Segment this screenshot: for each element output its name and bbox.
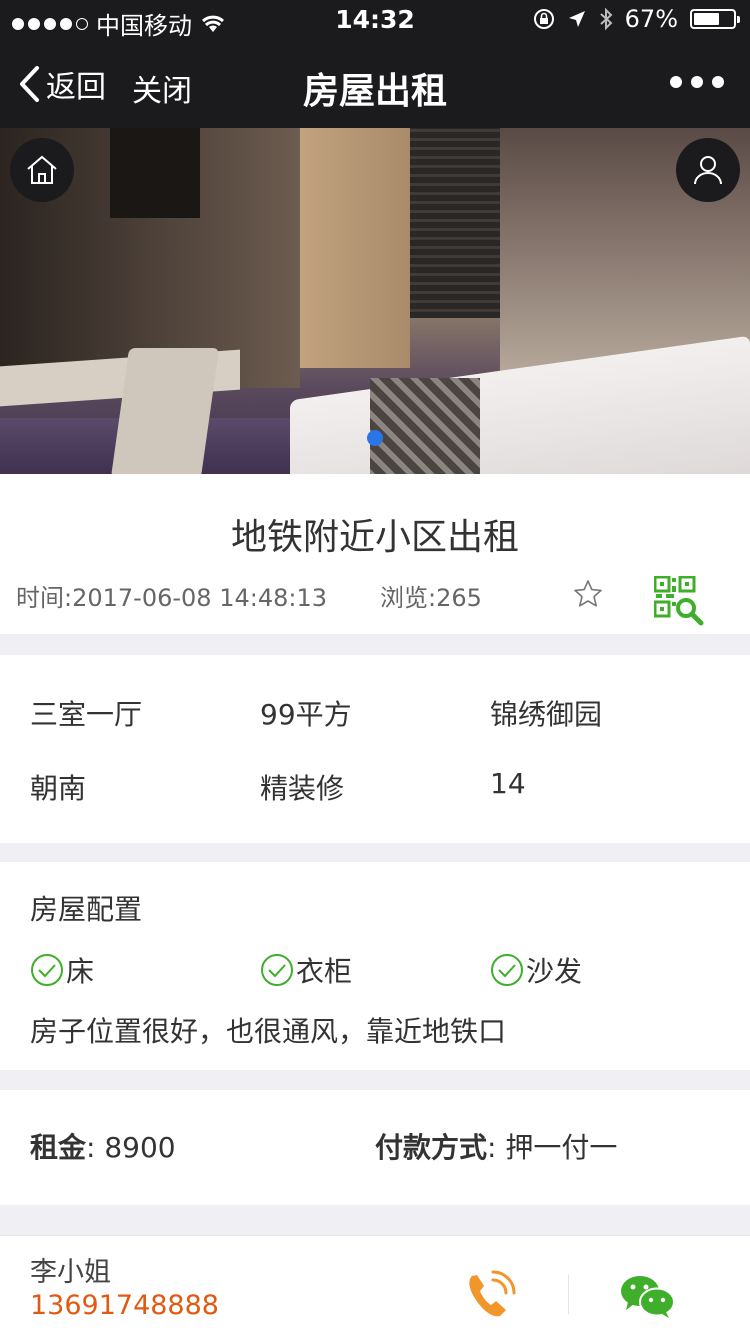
wechat-button[interactable]: [620, 1274, 676, 1324]
spec-floor: 14: [490, 767, 526, 800]
contact-name: 李小姐: [30, 1257, 111, 1288]
contact-phone[interactable]: 13691748888: [30, 1290, 219, 1321]
property-description: 房子位置很好，也很通风，靠近地铁口: [30, 1015, 507, 1048]
qr-code-button[interactable]: [653, 575, 704, 630]
views-label: 浏览:: [380, 584, 437, 612]
views-value: 265: [436, 584, 482, 612]
price-value: 8900: [104, 1131, 176, 1164]
bluetooth-icon: [599, 7, 613, 31]
amenity-label: 衣柜: [296, 955, 353, 988]
amenity-label: 床: [66, 955, 95, 988]
price-label: 租金: [30, 1131, 87, 1164]
photo-detail: [410, 128, 500, 318]
wechat-icon: [621, 1276, 675, 1318]
user-button[interactable]: [676, 138, 740, 202]
more-icon[interactable]: [670, 76, 724, 88]
post-header: 地铁附近小区出租 时间:2017-06-08 14:48:13 浏览:265: [0, 474, 750, 634]
rent-price: 租金: 8900: [30, 1131, 176, 1164]
back-chevron-icon: [20, 66, 39, 102]
property-specs: 三室一厅 99平方 锦绣御园 朝南 精装修 14: [0, 655, 750, 843]
photo-detail: [110, 128, 200, 218]
config-heading: 房屋配置: [30, 893, 143, 926]
spec-orientation: 朝南: [30, 772, 87, 805]
photo-detail: [110, 348, 220, 474]
contact-bar: 李小姐 13691748888: [0, 1235, 750, 1334]
status-bar: 中国移动 14:32 67%: [0, 0, 750, 40]
battery-percent: 67%: [624, 5, 678, 33]
page-title: 房屋出租: [302, 71, 447, 112]
check-circle-icon: [31, 954, 63, 986]
time-label: 时间:: [16, 584, 73, 612]
post-time: 时间:2017-06-08 14:48:13: [16, 578, 327, 613]
back-button[interactable]: 返回: [18, 62, 106, 106]
photo-carousel[interactable]: [0, 128, 750, 474]
amenity-item: 衣柜: [260, 950, 352, 990]
property-config: 房屋配置 床 衣柜 沙发 房子位置很好，也很通风，靠近地铁口: [0, 862, 750, 1070]
phone-icon: [469, 1270, 516, 1317]
photo-detail: [370, 378, 480, 474]
check-circle-icon: [261, 954, 293, 986]
location-icon: [568, 11, 585, 27]
back-label: 返回: [46, 70, 106, 105]
carousel-dot-active[interactable]: [367, 430, 383, 446]
star-icon: [574, 580, 602, 607]
close-button[interactable]: 关闭: [132, 66, 192, 110]
amenity-item: 床: [30, 950, 94, 990]
payment-value: 押一付一: [505, 1131, 618, 1164]
nav-bar: 返回 关闭 房屋出租: [0, 40, 750, 128]
battery-icon: [690, 9, 740, 29]
footer-divider: [568, 1274, 569, 1314]
amenity-label: 沙发: [526, 955, 583, 988]
check-circle-icon: [491, 954, 523, 986]
payment-method: 付款方式: 押一付一: [375, 1131, 618, 1164]
spec-decoration: 精装修: [260, 772, 345, 805]
spec-area: 99平方: [260, 698, 352, 731]
post-title: 地铁附近小区出租: [230, 517, 519, 558]
rent-info: 租金: 8900 付款方式: 押一付一: [0, 1090, 750, 1205]
view-count: 浏览:265: [380, 578, 482, 613]
qr-search-icon: [653, 575, 704, 626]
time-value: 2017-06-08 14:48:13: [72, 584, 327, 612]
call-button[interactable]: [462, 1268, 518, 1328]
home-icon: [27, 155, 57, 184]
user-icon: [694, 156, 722, 185]
payment-label: 付款方式: [375, 1131, 488, 1164]
photo-detail: [300, 128, 410, 368]
orientation-lock-icon: [533, 9, 554, 29]
home-button[interactable]: [10, 138, 74, 202]
amenity-item: 沙发: [490, 950, 582, 990]
favorite-button[interactable]: [572, 578, 604, 614]
spec-layout: 三室一厅: [30, 698, 143, 731]
spec-community: 锦绣御园: [490, 698, 603, 731]
